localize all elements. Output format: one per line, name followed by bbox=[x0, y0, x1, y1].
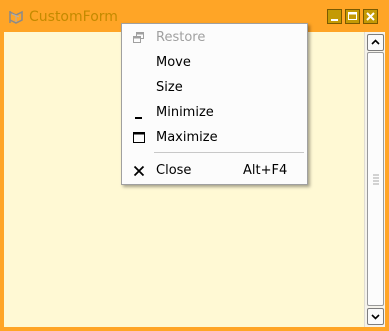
scroll-down-button[interactable] bbox=[367, 308, 384, 325]
maximize-icon bbox=[133, 132, 145, 143]
minimize-button[interactable] bbox=[327, 9, 342, 24]
scroll-thumb[interactable] bbox=[367, 52, 384, 306]
close-button[interactable] bbox=[363, 9, 378, 24]
chevron-down-icon bbox=[371, 314, 380, 320]
chevron-up-icon bbox=[371, 39, 380, 45]
menu-item-restore[interactable]: Restore bbox=[123, 26, 306, 50]
system-menu: Restore Move Size Minimize Maximize Clos… bbox=[121, 23, 308, 185]
menu-item-label: Restore bbox=[156, 30, 206, 45]
window-icon[interactable] bbox=[8, 9, 26, 25]
minimize-icon bbox=[331, 19, 338, 21]
close-icon bbox=[366, 12, 375, 21]
menu-separator bbox=[154, 152, 304, 153]
menu-item-size[interactable]: Size bbox=[123, 76, 306, 100]
menu-item-maximize[interactable]: Maximize bbox=[123, 126, 306, 150]
scroll-up-button[interactable] bbox=[367, 34, 384, 51]
menu-item-label: Close bbox=[156, 163, 192, 178]
grip-icon bbox=[373, 174, 379, 185]
custom-form-window: CustomForm Restore Move Size Minimize Ma… bbox=[0, 0, 389, 331]
menu-item-minimize[interactable]: Minimize bbox=[123, 101, 306, 125]
minimize-icon bbox=[135, 117, 142, 119]
vertical-scrollbar[interactable] bbox=[364, 32, 385, 327]
menu-item-close[interactable]: Close Alt+F4 bbox=[123, 159, 306, 183]
maximize-icon bbox=[348, 12, 357, 20]
menu-item-shortcut: Alt+F4 bbox=[243, 163, 288, 178]
menu-item-label: Maximize bbox=[156, 130, 218, 145]
menu-item-label: Size bbox=[156, 80, 183, 95]
menu-item-move[interactable]: Move bbox=[123, 51, 306, 75]
maximize-button[interactable] bbox=[345, 9, 360, 24]
window-title: CustomForm bbox=[29, 9, 118, 25]
menu-item-label: Move bbox=[156, 55, 191, 70]
close-icon bbox=[133, 165, 145, 177]
restore-icon bbox=[133, 32, 144, 43]
menu-item-label: Minimize bbox=[156, 105, 214, 120]
